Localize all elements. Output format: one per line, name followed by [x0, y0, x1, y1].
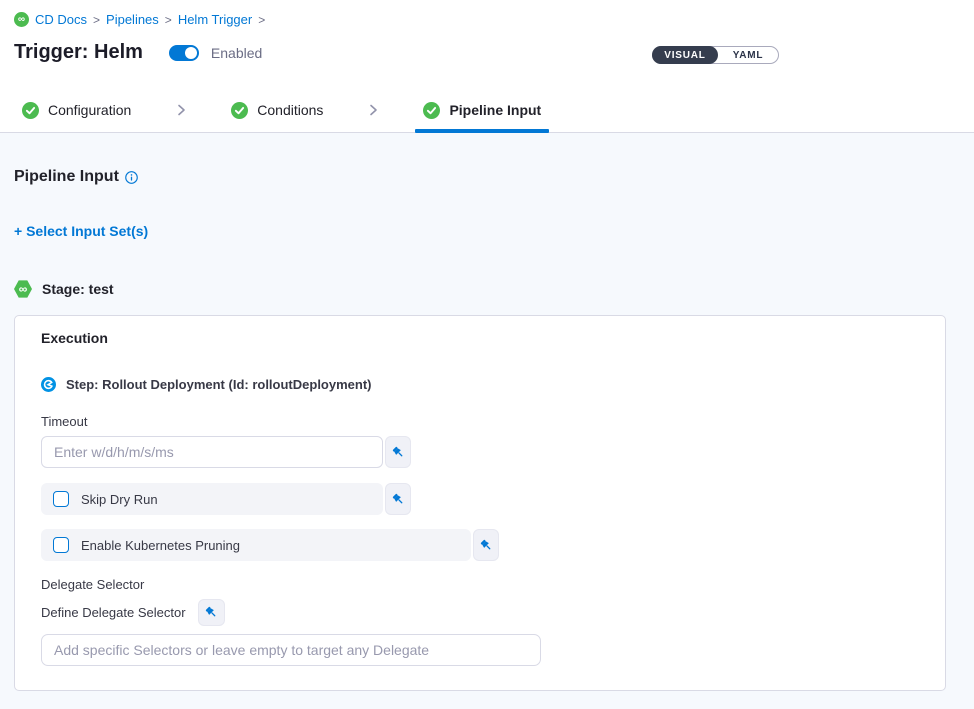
chevron-right-icon	[365, 102, 381, 118]
timeout-input[interactable]	[41, 436, 383, 468]
yaml-segment[interactable]: YAML	[718, 46, 778, 64]
enabled-label: Enabled	[211, 45, 262, 61]
cd-stage-icon: ∞	[14, 280, 32, 298]
runtime-pin-button[interactable]	[473, 529, 499, 561]
info-icon[interactable]	[125, 171, 138, 184]
breadcrumb-link-pipelines[interactable]: Pipelines	[106, 12, 159, 27]
tab-label: Conditions	[257, 102, 323, 118]
runtime-pin-button[interactable]	[385, 436, 411, 468]
stage-header: ∞ Stage: test	[14, 280, 960, 298]
enable-pruning-label: Enable Kubernetes Pruning	[81, 538, 240, 553]
execution-title: Execution	[41, 330, 919, 346]
skip-dry-run-row: Skip Dry Run	[41, 483, 383, 515]
page-header: ∞ CD Docs > Pipelines > Helm Trigger > T…	[0, 0, 974, 88]
pin-icon	[479, 538, 494, 553]
chevron-right-icon	[173, 102, 189, 118]
toggle-knob	[185, 47, 197, 59]
pin-icon	[204, 605, 219, 620]
step-label: Step: Rollout Deployment (Id: rolloutDep…	[66, 377, 372, 392]
wizard-tabbar: Configuration Conditions Pipeline Input	[0, 88, 974, 133]
enabled-toggle[interactable]	[169, 45, 199, 61]
runtime-pin-button[interactable]	[198, 599, 225, 626]
define-delegate-label: Define Delegate Selector	[41, 605, 186, 620]
breadcrumb-separator: >	[165, 13, 172, 27]
enable-pruning-row: Enable Kubernetes Pruning	[41, 529, 471, 561]
visual-yaml-toggle: VISUAL YAML	[652, 46, 779, 64]
cd-module-icon: ∞	[14, 12, 29, 27]
pin-icon	[391, 492, 406, 507]
enable-pruning-checkbox[interactable]	[53, 537, 69, 553]
tab-configuration[interactable]: Configuration	[14, 88, 139, 132]
runtime-pin-button[interactable]	[385, 483, 411, 515]
delegate-selector-label: Delegate Selector	[41, 577, 919, 592]
tab-conditions[interactable]: Conditions	[223, 88, 331, 132]
execution-card: Execution Step: Rollout Deployment (Id: …	[14, 315, 946, 691]
skip-dry-run-label: Skip Dry Run	[81, 492, 158, 507]
tab-label: Pipeline Input	[449, 102, 541, 118]
delegate-selectors-input[interactable]	[41, 634, 541, 666]
section-title: Pipeline Input	[14, 168, 119, 186]
check-circle-icon	[423, 102, 440, 119]
breadcrumb-link-helm-trigger[interactable]: Helm Trigger	[178, 12, 252, 27]
breadcrumb-separator: >	[258, 13, 265, 27]
page-title: Trigger: Helm	[14, 41, 143, 64]
main-content: Pipeline Input + Select Input Set(s) ∞ S…	[0, 168, 974, 691]
stage-label: Stage: test	[42, 281, 114, 297]
pin-icon	[391, 445, 406, 460]
step-header: Step: Rollout Deployment (Id: rolloutDep…	[41, 377, 919, 392]
skip-dry-run-checkbox[interactable]	[53, 491, 69, 507]
timeout-label: Timeout	[41, 414, 919, 429]
tab-pipeline-input[interactable]: Pipeline Input	[415, 88, 549, 132]
breadcrumb-separator: >	[93, 13, 100, 27]
select-input-sets-button[interactable]: + Select Input Set(s)	[14, 223, 148, 239]
check-circle-icon	[231, 102, 248, 119]
tab-label: Configuration	[48, 102, 131, 118]
rollout-step-icon	[41, 377, 56, 392]
breadcrumb: ∞ CD Docs > Pipelines > Helm Trigger >	[14, 12, 960, 27]
check-circle-icon	[22, 102, 39, 119]
visual-segment[interactable]: VISUAL	[652, 46, 718, 64]
breadcrumb-link-cd-docs[interactable]: CD Docs	[35, 12, 87, 27]
title-row: Trigger: Helm Enabled	[14, 41, 960, 64]
